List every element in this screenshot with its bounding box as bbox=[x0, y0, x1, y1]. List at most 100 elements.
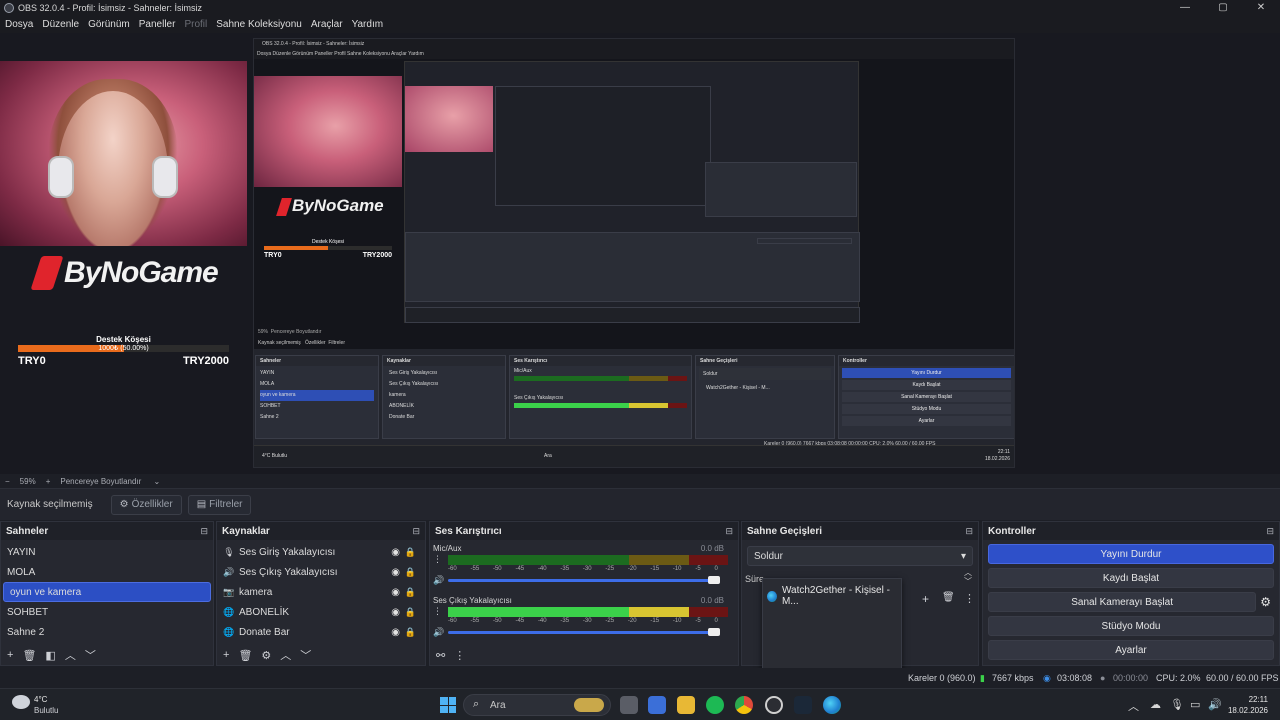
trash-icon[interactable]: 🗑 bbox=[942, 592, 955, 603]
close-button[interactable]: ✕ bbox=[1242, 0, 1280, 15]
scene-item-mola[interactable]: MOLA bbox=[1, 562, 213, 582]
lock-icon[interactable]: 🔒 bbox=[405, 547, 416, 558]
chevron-down-icon[interactable]: ﹀ bbox=[300, 647, 311, 663]
eye-icon[interactable]: ◉ bbox=[391, 607, 400, 618]
chevron-up-icon[interactable]: ︿ bbox=[65, 647, 76, 663]
taskbar-search[interactable]: ⌕ Ara bbox=[463, 694, 611, 716]
dock-menu-icon[interactable]: ⊟ bbox=[965, 526, 973, 537]
search-placeholder: Ara bbox=[490, 700, 506, 711]
source-item[interactable]: 🎙 Ses Giriş Yakalayıcısı ◉ 🔒 bbox=[217, 542, 425, 562]
filters-button[interactable]: ▤ Filtreler bbox=[187, 494, 252, 515]
dock-menu-icon[interactable]: ⊟ bbox=[725, 526, 733, 537]
studio-mode-button[interactable]: Stüdyo Modu bbox=[988, 616, 1274, 636]
volume-slider[interactable] bbox=[448, 579, 714, 582]
chrome-icon[interactable] bbox=[735, 696, 753, 714]
system-clock[interactable]: 22:11 18.02.2026 bbox=[1228, 694, 1268, 716]
spotify-icon[interactable] bbox=[706, 696, 724, 714]
gear-icon: ⚙ bbox=[119, 499, 129, 510]
network-icon[interactable]: ▭ bbox=[1190, 698, 1200, 711]
store-icon[interactable] bbox=[648, 696, 666, 714]
source-item[interactable]: 📷 kamera ◉ 🔒 bbox=[217, 582, 425, 602]
file-explorer-icon[interactable] bbox=[677, 696, 695, 714]
start-menu-icon[interactable] bbox=[440, 697, 456, 713]
source-item[interactable]: 🌐 ABONELİK ◉ 🔒 bbox=[217, 602, 425, 622]
chevron-down-icon[interactable]: ﹀ bbox=[85, 647, 96, 663]
controls-dock: Kontroller ⊟ Yayını Durdur Kaydı Başlat … bbox=[982, 521, 1280, 666]
add-icon[interactable]: + bbox=[7, 649, 13, 661]
obs-logo-icon bbox=[4, 2, 14, 13]
source-item[interactable]: 🌐 Donate Bar ◉ 🔒 bbox=[217, 622, 425, 642]
start-virtual-camera-button[interactable]: Sanal Kamerayı Başlat bbox=[988, 592, 1257, 612]
settings-button[interactable]: Ayarlar bbox=[988, 640, 1274, 660]
gear-icon[interactable]: ⚙ bbox=[1260, 595, 1271, 609]
microphone-icon[interactable]: 🎙 bbox=[1170, 698, 1184, 711]
scene-item-sahne-2[interactable]: Sahne 2 bbox=[1, 622, 213, 642]
dock-menu-icon[interactable]: ⊟ bbox=[1266, 526, 1274, 537]
mixer-title: Ses Karıştırıcı bbox=[435, 525, 502, 537]
maximize-button[interactable]: ▢ bbox=[1204, 0, 1242, 15]
stop-streaming-button[interactable]: Yayını Durdur bbox=[988, 544, 1274, 564]
add-icon[interactable]: + bbox=[223, 649, 229, 661]
gear-icon[interactable]: ⚙ bbox=[261, 649, 271, 662]
eye-icon[interactable]: ◉ bbox=[391, 627, 400, 638]
edge-browser-icon[interactable] bbox=[823, 696, 841, 714]
eye-icon[interactable]: ◉ bbox=[391, 547, 400, 558]
menu-yardim[interactable]: Yardım bbox=[352, 19, 384, 30]
chevron-up-icon[interactable]: ︿ bbox=[280, 647, 291, 663]
lock-icon[interactable]: 🔒 bbox=[405, 587, 416, 598]
menu-araclar[interactable]: Araçlar bbox=[311, 19, 343, 30]
fit-to-window[interactable]: Pencereye Boyutlandır ⌄ bbox=[60, 477, 170, 486]
task-view-icon[interactable] bbox=[620, 696, 638, 714]
add-icon[interactable]: + bbox=[922, 592, 929, 606]
lock-icon[interactable]: 🔒 bbox=[405, 567, 416, 578]
popup-window-title: Watch2Gether - Kişisel - M... bbox=[781, 585, 890, 607]
speaker-icon[interactable]: 🔊 bbox=[433, 575, 444, 586]
headset-icon bbox=[152, 156, 178, 198]
properties-button[interactable]: ⚙ Özellikler bbox=[110, 494, 182, 515]
preview-canvas[interactable]: ByNoGame Destek Köşesi 1000₺ (50.00%) TR… bbox=[0, 33, 1280, 474]
advanced-audio-icon[interactable]: ⚯ bbox=[436, 649, 445, 662]
menu-duzenle[interactable]: Düzenle bbox=[42, 19, 79, 30]
lock-icon[interactable]: 🔒 bbox=[405, 607, 416, 618]
lock-icon[interactable]: 🔒 bbox=[405, 627, 416, 638]
scene-item-sohbet[interactable]: SOHBET bbox=[1, 602, 213, 622]
more-icon[interactable]: ⋮ bbox=[454, 649, 465, 662]
chevron-up-icon[interactable]: ︿ bbox=[1128, 698, 1139, 714]
zoom-in-button[interactable]: + bbox=[46, 477, 51, 486]
speaker-icon[interactable]: 🔊 bbox=[433, 627, 444, 638]
dock-menu-icon[interactable]: ⊟ bbox=[200, 526, 208, 537]
start-recording-button[interactable]: Kaydı Başlat bbox=[988, 568, 1274, 588]
more-icon[interactable]: ⋮ bbox=[433, 606, 442, 617]
zoom-out-button[interactable]: − bbox=[5, 477, 10, 486]
globe-icon: 🌐 bbox=[223, 626, 235, 637]
menu-dosya[interactable]: Dosya bbox=[5, 19, 33, 30]
transition-select[interactable]: Soldur ▾ bbox=[747, 546, 973, 566]
menu-paneller[interactable]: Paneller bbox=[139, 19, 176, 30]
dock-menu-icon[interactable]: ⊟ bbox=[412, 526, 420, 537]
volume-slider[interactable] bbox=[448, 631, 714, 634]
scene-item-yayin[interactable]: YAYIN bbox=[1, 542, 213, 562]
volume-slider-handle[interactable] bbox=[708, 576, 720, 584]
minimize-button[interactable]: — bbox=[1166, 0, 1204, 15]
cloud-icon[interactable]: ☁ bbox=[1150, 698, 1161, 711]
nested-meter-1 bbox=[514, 376, 687, 381]
volume-slider-handle[interactable] bbox=[708, 628, 720, 636]
scene-item-oyun-ve-kamera[interactable]: oyun ve kamera bbox=[3, 582, 211, 602]
menu-profil[interactable]: Profil bbox=[184, 19, 207, 30]
eye-icon[interactable]: ◉ bbox=[391, 587, 400, 598]
filter-icon[interactable]: ◧ bbox=[45, 649, 55, 662]
cloudy-weather-icon bbox=[12, 695, 30, 709]
taskbar-preview-popup[interactable]: Watch2Gether - Kişisel - M... bbox=[762, 578, 902, 678]
trash-icon[interactable]: 🗑 bbox=[238, 649, 252, 662]
more-icon[interactable]: ⋮ bbox=[964, 592, 975, 605]
volume-icon[interactable]: 🔊 bbox=[1208, 698, 1222, 711]
source-item[interactable]: 🔊 Ses Çıkış Yakalayıcısı ◉ 🔒 bbox=[217, 562, 425, 582]
trash-icon[interactable]: 🗑 bbox=[22, 649, 36, 662]
duration-spinner[interactable]: ︿ ﹀ bbox=[964, 568, 972, 586]
steam-icon[interactable] bbox=[794, 696, 812, 714]
obs-icon[interactable] bbox=[765, 696, 783, 714]
menu-gorunum[interactable]: Görünüm bbox=[88, 19, 130, 30]
eye-icon[interactable]: ◉ bbox=[391, 567, 400, 578]
more-icon[interactable]: ⋮ bbox=[433, 554, 442, 565]
menu-sahne-koleksiyonu[interactable]: Sahne Koleksiyonu bbox=[216, 19, 302, 30]
